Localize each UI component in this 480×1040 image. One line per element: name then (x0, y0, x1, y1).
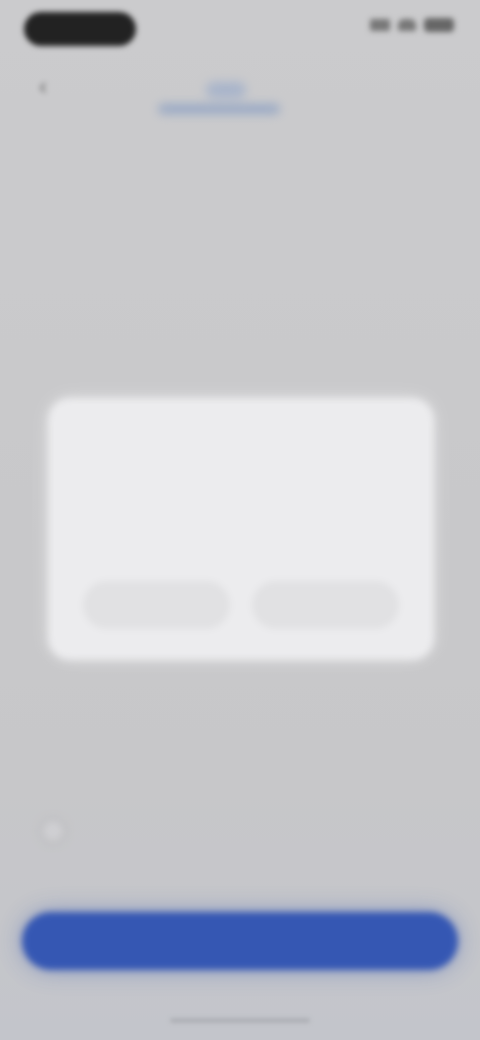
wifi-icon (398, 19, 416, 31)
home-indicator (170, 1018, 310, 1023)
logo-mark (206, 82, 246, 98)
continue-button[interactable] (22, 912, 458, 970)
logo-wordmark (158, 104, 280, 114)
battery-icon (424, 18, 454, 32)
dialog-primary-button[interactable] (253, 582, 398, 628)
status-time (24, 12, 136, 46)
status-icons (370, 18, 454, 32)
back-button[interactable]: ‹ (28, 72, 58, 102)
app-screen: ‹ (0, 0, 480, 1040)
status-bar (0, 0, 480, 60)
chevron-left-icon: ‹ (39, 73, 47, 100)
dialog-secondary-button[interactable] (84, 582, 229, 628)
consent-row (40, 806, 440, 866)
signal-icon (370, 19, 390, 31)
dialog-actions (84, 582, 398, 628)
permission-dialog (48, 398, 434, 660)
consent-checkbox[interactable] (40, 818, 66, 844)
brand-logo (158, 82, 280, 116)
